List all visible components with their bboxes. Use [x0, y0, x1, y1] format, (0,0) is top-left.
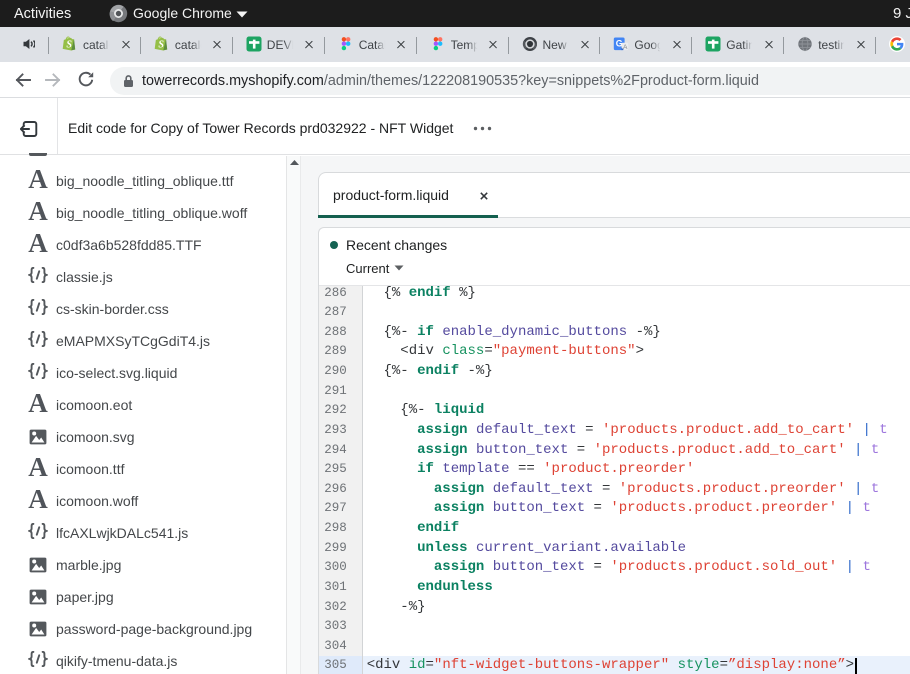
svg-text:S: S — [66, 39, 72, 50]
svg-text:S: S — [158, 39, 164, 50]
svg-text:A: A — [623, 44, 628, 51]
